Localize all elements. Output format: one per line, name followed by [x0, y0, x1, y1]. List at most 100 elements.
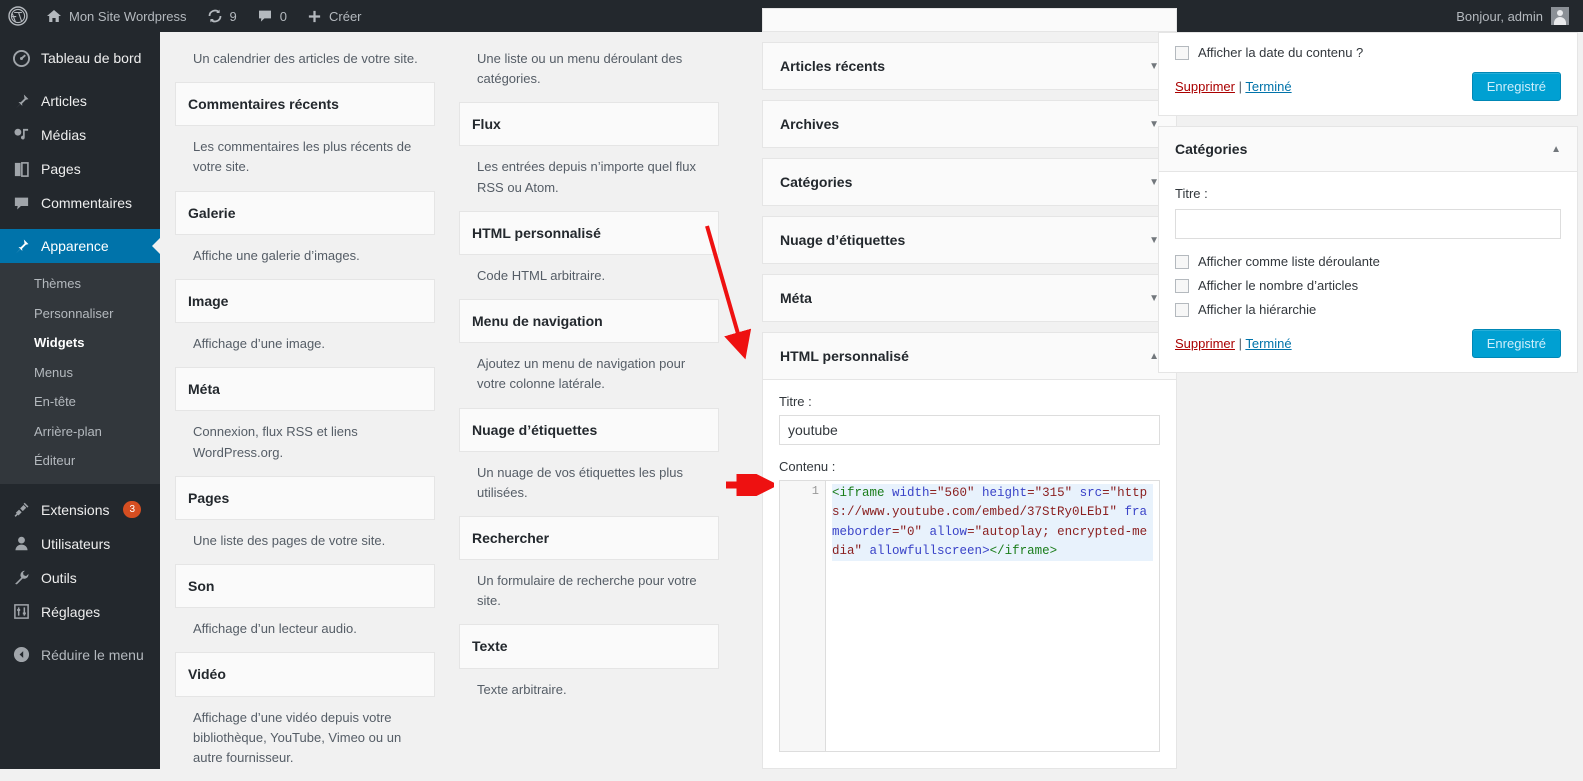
site-name-label: Mon Site Wordpress: [69, 8, 187, 24]
widget-title: Texte: [459, 624, 719, 669]
sidebar-item-users[interactable]: Utilisateurs: [0, 527, 160, 561]
submenu-item-customize[interactable]: Personnaliser: [0, 299, 160, 329]
sidebar-widget-partial-top[interactable]: [762, 8, 1177, 32]
widget-title: Pages: [175, 475, 435, 520]
widget-card-meta[interactable]: Méta Connexion, flux RSS et liens WordPr…: [175, 367, 435, 475]
widget-actions: Supprimer | Terminé Enregistré: [1175, 72, 1561, 101]
widget-card-search[interactable]: Rechercher Un formulaire de recherche po…: [459, 516, 719, 624]
widget-card-rss[interactable]: Flux Les entrées depuis n’importe quel f…: [459, 102, 719, 210]
collapse-menu-button[interactable]: Réduire le menu: [0, 638, 160, 672]
code-editor[interactable]: 1 <iframe width="560" height="315" src="…: [779, 480, 1160, 752]
sidebar-item-pages[interactable]: Pages: [0, 152, 160, 186]
code-token-attr: width: [884, 486, 930, 500]
user-icon: [11, 534, 31, 554]
widget-card-pages[interactable]: Pages Une liste des pages de votre site.: [175, 475, 435, 564]
sidebar-widget-meta[interactable]: Méta ▼: [762, 274, 1177, 322]
available-widgets-list: Un calendrier des articles de votre site…: [175, 32, 720, 781]
widget-card-image[interactable]: Image Affichage d’une image.: [175, 278, 435, 367]
sidebar-item-label: Commentaires: [41, 195, 133, 211]
sidebar-item-media[interactable]: Médias: [0, 118, 160, 152]
submenu-item-header[interactable]: En-tête: [0, 387, 160, 417]
delete-link[interactable]: Supprimer: [1175, 336, 1235, 351]
widget-card-text[interactable]: Texte Texte arbitraire.: [459, 624, 719, 712]
code-content[interactable]: <iframe width="560" height="315" src="ht…: [826, 481, 1159, 751]
submenu-item-editor[interactable]: Éditeur: [0, 446, 160, 476]
delete-link[interactable]: Supprimer: [1175, 79, 1235, 94]
sidebar-widget-tag-cloud[interactable]: Nuage d’étiquettes ▼: [762, 216, 1177, 264]
updates-count: 9: [229, 8, 237, 24]
widget-description: Un nuage de vos étiquettes les plus util…: [477, 464, 683, 500]
save-button[interactable]: Enregistré: [1471, 329, 1561, 358]
plug-icon: [11, 500, 31, 520]
new-content-menu[interactable]: Créer: [297, 0, 372, 32]
sidebar-widget-recent-posts[interactable]: Articles récents ▼: [762, 42, 1177, 90]
show-date-checkbox-row[interactable]: Afficher la date du contenu ?: [1175, 45, 1561, 60]
brush-icon: [11, 236, 31, 256]
title-field-label: Titre :: [1175, 186, 1208, 201]
pages-icon: [11, 159, 31, 179]
widget-card-tag-cloud[interactable]: Nuage d’étiquettes Un nuage de vos étiqu…: [459, 407, 719, 516]
dropdown-label: Afficher comme liste déroulante: [1198, 254, 1380, 269]
widget-title: Image: [175, 278, 435, 324]
sidebar-widget-archives[interactable]: Archives ▼: [762, 100, 1177, 148]
done-link[interactable]: Terminé: [1245, 79, 1291, 94]
collapse-arrow-icon: [11, 645, 31, 665]
submenu-item-widgets[interactable]: Widgets: [0, 328, 160, 358]
dropdown-checkbox[interactable]: [1175, 254, 1189, 269]
sidebar-item-tools[interactable]: Outils: [0, 561, 160, 595]
new-content-label: Créer: [329, 8, 362, 24]
submenu-item-background[interactable]: Arrière-plan: [0, 417, 160, 447]
updates-menu[interactable]: 9: [197, 0, 247, 32]
code-token-attr: height: [974, 486, 1028, 500]
save-button[interactable]: Enregistré: [1471, 72, 1561, 101]
widget-title: Commentaires récents: [175, 82, 435, 127]
done-link[interactable]: Terminé: [1245, 336, 1291, 351]
sidebar-widget-custom-html-open[interactable]: HTML personnalisé ▲ Titre : Contenu : 1 …: [762, 332, 1177, 769]
pin-icon: [11, 91, 31, 111]
site-name-menu[interactable]: Mon Site Wordpress: [36, 0, 197, 32]
sidebar-item-comments[interactable]: Commentaires: [0, 186, 160, 220]
wordpress-logo-icon: [8, 6, 28, 26]
code-token-value: ="560": [929, 486, 975, 500]
widgets-page: Un calendrier des articles de votre site…: [160, 8, 1583, 769]
submenu-item-themes[interactable]: Thèmes: [0, 269, 160, 299]
show-date-checkbox[interactable]: [1175, 45, 1189, 60]
widget-card-recent-comments[interactable]: Commentaires récents Les commentaires le…: [175, 82, 435, 190]
chevron-up-icon[interactable]: ▲: [1551, 144, 1561, 155]
sidebar-item-label: Pages: [41, 161, 81, 177]
comment-bubble-icon: [258, 10, 271, 22]
sidebar-widgets-column: Articles récents ▼ Archives ▼ Catégories…: [762, 8, 1177, 779]
submenu-item-menus[interactable]: Menus: [0, 358, 160, 388]
widget-card-nav-menu[interactable]: Menu de navigation Ajoutez un menu de na…: [459, 299, 719, 407]
sidebar-widget-categories[interactable]: Catégories ▼: [762, 158, 1177, 206]
sidebar-item-articles[interactable]: Articles: [0, 84, 160, 118]
wordpress-logo-button[interactable]: [0, 0, 36, 32]
widget-title-input[interactable]: [779, 415, 1160, 445]
appearance-submenu: Thèmes Personnaliser Widgets Menus En-tê…: [0, 263, 160, 484]
right-widgets-column: Afficher la date du contenu ? Supprimer …: [1158, 8, 1578, 383]
widget-card-video[interactable]: Vidéo Affichage d’une vidéo depuis votre…: [175, 652, 435, 781]
post-counts-checkbox-row[interactable]: Afficher le nombre d’articles: [1175, 278, 1561, 293]
widget-description: Un formulaire de recherche pour votre si…: [477, 573, 697, 609]
dropdown-checkbox-row[interactable]: Afficher comme liste déroulante: [1175, 254, 1561, 269]
post-counts-checkbox[interactable]: [1175, 278, 1189, 293]
hierarchy-checkbox-row[interactable]: Afficher la hiérarchie: [1175, 302, 1561, 317]
show-date-label: Afficher la date du contenu ?: [1198, 45, 1364, 60]
sidebar-item-plugins[interactable]: Extensions 3: [0, 493, 160, 527]
hierarchy-checkbox[interactable]: [1175, 302, 1189, 317]
sidebar-item-settings[interactable]: Réglages: [0, 595, 160, 629]
widget-card-gallery[interactable]: Galerie Affiche une galerie d’images.: [175, 190, 435, 279]
widget-panel-categories: Catégories ▲ Titre : Afficher comme list…: [1158, 126, 1578, 373]
sidebar-item-appearance[interactable]: Apparence: [0, 229, 160, 263]
widget-card-custom-html[interactable]: HTML personnalisé Code HTML arbitraire.: [459, 210, 719, 299]
widget-description: Code HTML arbitraire.: [477, 267, 606, 283]
code-token-closetag: </iframe>: [989, 543, 1058, 558]
widget-description: Affichage d’une vidéo depuis votre bibli…: [193, 709, 402, 765]
code-token-attr: allowfullscreen: [869, 543, 983, 558]
categories-title-input[interactable]: [1175, 209, 1561, 239]
sidebar-item-label: Outils: [41, 569, 77, 586]
sidebar-item-dashboard[interactable]: Tableau de bord: [0, 41, 160, 75]
admin-sidebar: Tableau de bord Articles Médias Pages Co…: [0, 32, 160, 769]
comments-menu[interactable]: 0: [247, 0, 297, 32]
widget-card-audio[interactable]: Son Affichage d’un lecteur audio.: [175, 564, 435, 652]
